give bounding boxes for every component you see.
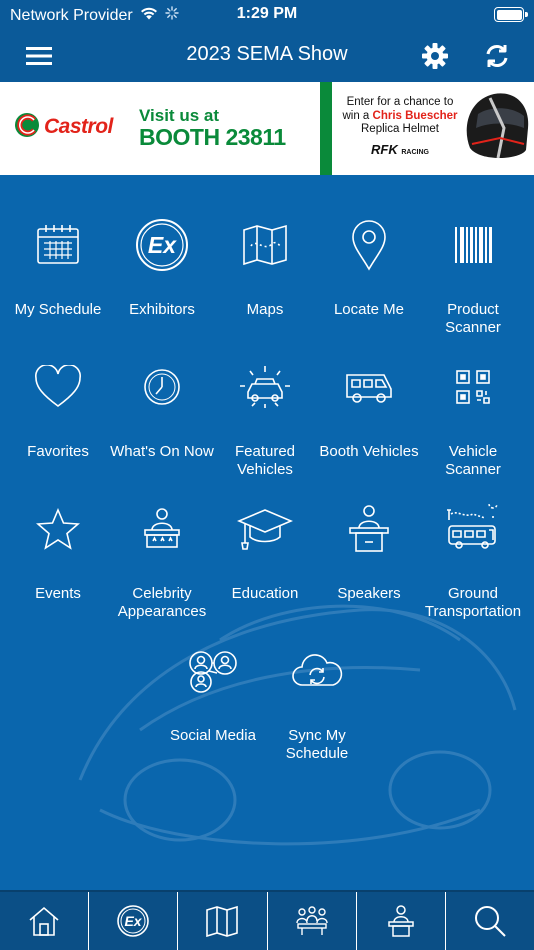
menu-tile-label: Featured Vehicles [234,443,296,478]
page-title: 2023 SEMA Show [186,43,348,65]
banner-promo-text: Enter for a chance to win a Chris Buesch… [340,96,460,159]
exhibitors-icon: Ex [117,905,150,937]
menu-tile-vehicle-scanner[interactable]: Vehicle Scanner [421,357,525,479]
sponsor-banner[interactable]: Castrol Visit us at BOOTH 23811 Enter fo… [0,82,534,175]
cloud-sync-icon [287,641,347,701]
promo-driver-name: Chris Buescher [372,109,458,122]
menu-tile-locate-me[interactable]: Locate Me [317,215,421,319]
map-icon [206,905,239,937]
menu-tile-label: What's On Now [110,443,214,460]
menu-tile-celebrity-appearances[interactable]: Celebrity Appearances [110,499,214,621]
svg-text:Ex: Ex [148,232,177,258]
van-icon [339,357,399,417]
speaker-lectern-icon [339,499,399,559]
search-icon [474,906,506,937]
helmet-image [466,93,529,159]
menu-tile-product-scanner[interactable]: Product Scanner [421,215,525,337]
menu-tile-label: Speakers [337,585,401,602]
banner-visit-line: Visit us at [139,106,219,125]
refresh-icon [486,45,508,67]
people-meeting-icon [295,906,328,935]
menu-tile-favorites[interactable]: Favorites [6,357,110,461]
castrol-logo [15,113,39,137]
rfk-logo-text: RFK [371,141,398,157]
graduation-cap-icon [235,499,295,559]
menu-tile-label: Product Scanner [445,301,501,336]
menu-tile-label: My Schedule [14,301,102,318]
menu-tile-label: Maps [246,301,284,318]
menu-tile-maps[interactable]: Maps [213,215,317,319]
banner-booth-line: BOOTH 23811 [139,124,286,150]
menu-tile-label: Education [231,585,299,602]
tab-search[interactable] [446,892,534,950]
star-icon [28,499,88,559]
podium-icon [132,499,192,559]
map-icon [235,215,295,275]
tab-home[interactable] [0,892,90,950]
menu-tile-label: Celebrity Appearances [117,585,207,620]
nav-bar: 2023 SEMA Show [0,30,534,82]
menu-tile-speakers[interactable]: Speakers [317,499,421,603]
tab-meetings[interactable] [268,892,357,950]
menu-tile-ground-transportation[interactable]: Ground Transportation [421,499,525,621]
menu-tile-label: Sync My Schedule [285,727,349,762]
bottom-tab-bar: Ex [0,890,534,950]
tab-maps[interactable] [178,892,268,950]
status-bar: Network Provider 1:29 PM [0,0,534,30]
refresh-button[interactable] [481,40,513,72]
qr-code-icon [443,357,503,417]
menu-tile-featured-vehicles[interactable]: Featured Vehicles [213,357,317,479]
rfk-logo: RFK RACING [340,141,460,160]
menu-tile-exhibitors[interactable]: Ex Exhibitors [110,215,214,319]
menu-tile-sync-my-schedule[interactable]: Sync My Schedule [265,641,369,763]
speaker-lectern-icon [388,905,414,937]
tab-speakers[interactable] [357,892,446,950]
menu-tile-my-schedule[interactable]: My Schedule [6,215,110,319]
promo-line-2: win a Chris Buescher [340,110,460,124]
menu-tile-label: Social Media [170,727,256,744]
main-menu-grid: My Schedule Ex Exhibitors Maps Locate Me Prod… [0,175,534,890]
menu-tile-social-media[interactable]: Social Media [161,641,265,745]
menu-tile-booth-vehicles[interactable]: Booth Vehicles [317,357,421,461]
exhibitors-icon: Ex [132,215,192,275]
menu-tile-events[interactable]: Events [6,499,110,603]
calendar-icon [28,215,88,275]
clock-icon [132,357,192,417]
featured-car-icon [235,357,295,417]
menu-tile-label: Ground Transportation [424,585,522,620]
gear-icon [422,43,448,69]
promo-prefix: win a [342,109,373,122]
social-people-icon [183,641,243,701]
settings-button[interactable] [419,40,451,72]
banner-promo-panel: Enter for a chance to win a Chris Buesch… [332,82,534,175]
home-icon [29,906,59,936]
menu-tile-label: Events [35,585,81,602]
promo-line-3: Replica Helmet [361,123,439,135]
rfk-logo-sub: RACING [401,148,429,156]
menu-tile-what-s-on-now[interactable]: What's On Now [110,357,214,461]
promo-line-1: Enter for a chance to [346,96,454,108]
menu-tile-label: Vehicle Scanner [445,443,501,478]
menu-tile-label: Locate Me [333,301,405,318]
menu-tile-label: Exhibitors [129,301,195,318]
barcode-icon [443,215,503,275]
bus-icon [443,499,503,559]
svg-text:Ex: Ex [125,913,143,929]
heart-icon [28,357,88,417]
location-pin-icon [339,215,399,275]
status-time: 1:29 PM [236,5,298,22]
castrol-brand: Castrol [44,115,113,138]
tab-exhibitors[interactable]: Ex [89,892,179,950]
menu-tile-label: Favorites [27,443,89,460]
menu-tile-education[interactable]: Education [213,499,317,603]
battery-icon [494,7,528,22]
menu-tile-label: Booth Vehicles [319,443,419,460]
